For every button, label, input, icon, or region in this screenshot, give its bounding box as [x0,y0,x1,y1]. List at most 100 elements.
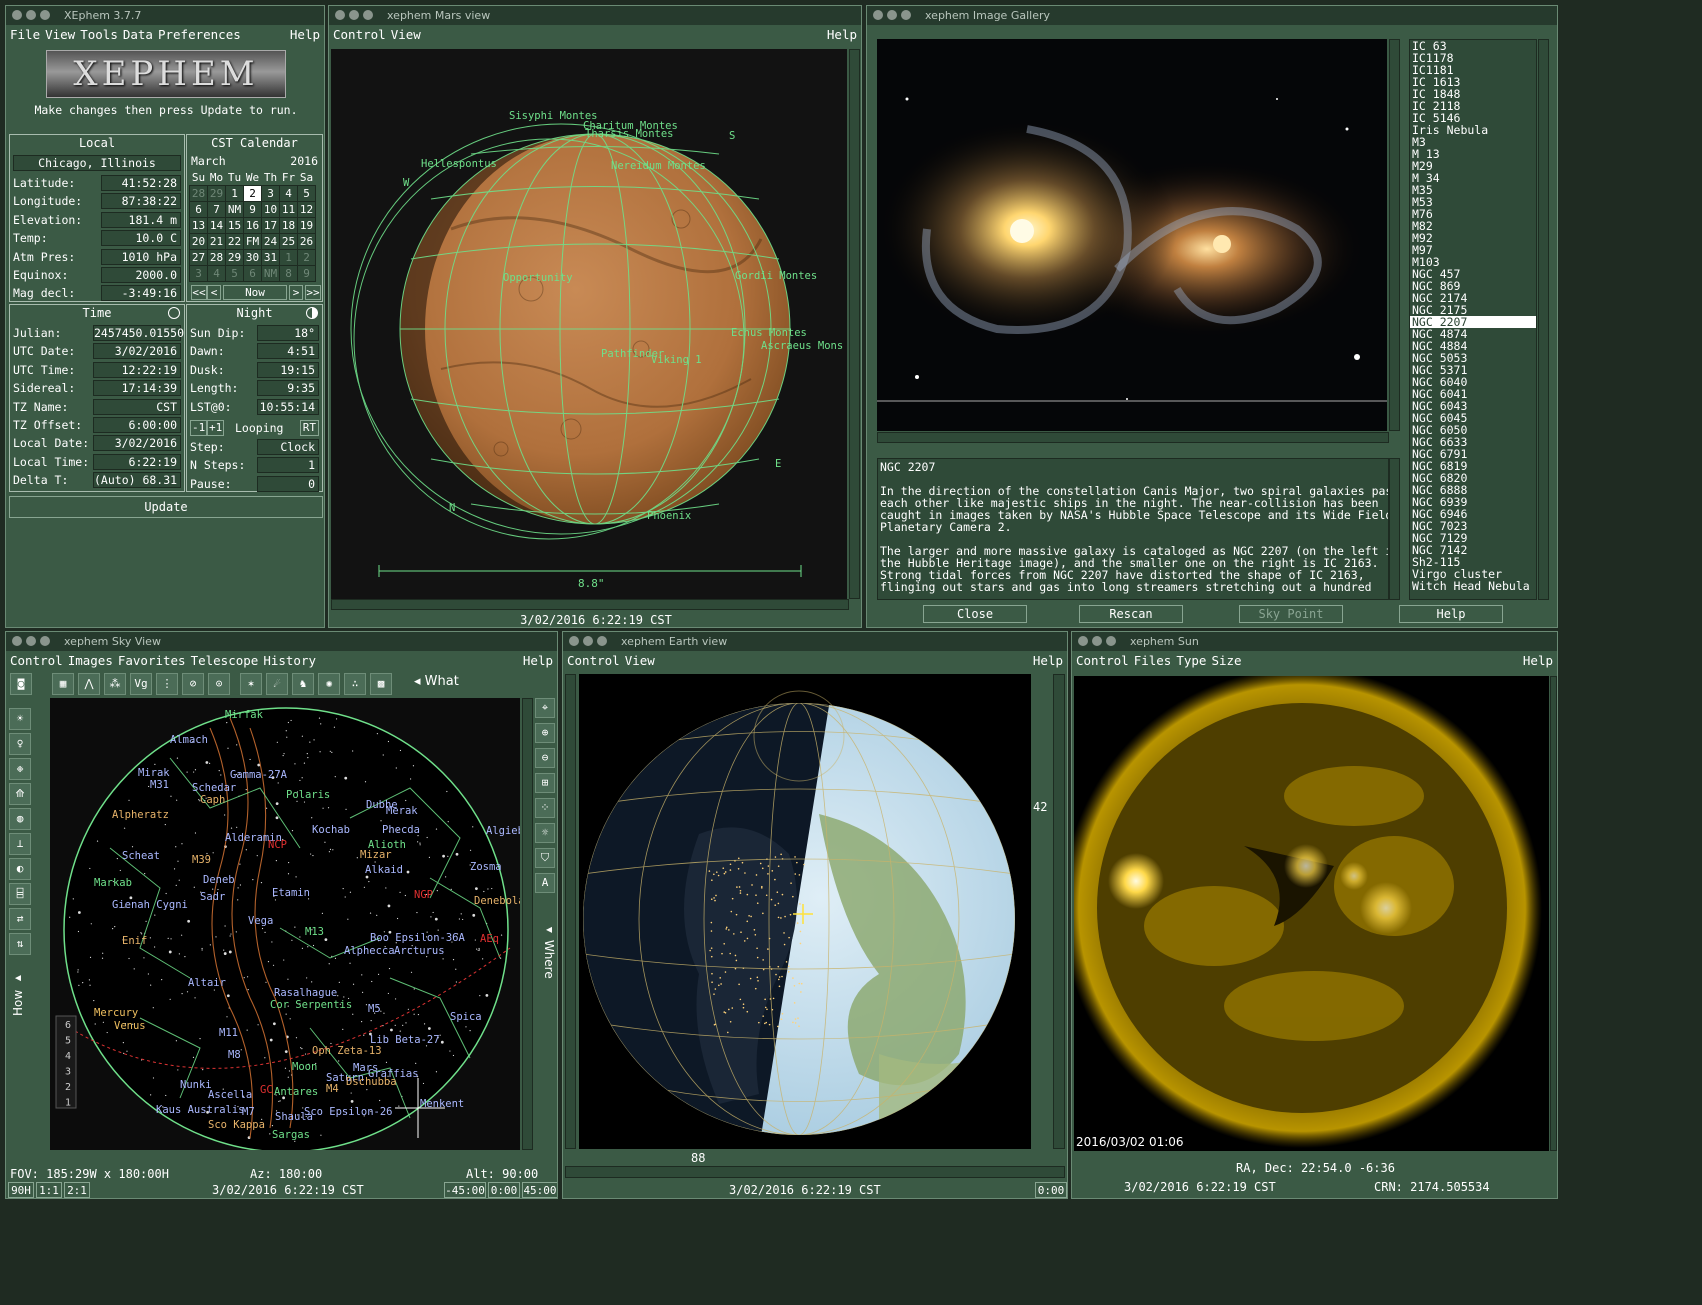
sky-object-label[interactable]: Sadr [200,891,225,903]
sky-object-label[interactable]: Zosma [470,861,502,873]
cylinder-icon[interactable]: ⌸ [9,883,31,905]
calendar-day[interactable]: 17 [261,216,280,234]
galaxy-image[interactable] [877,39,1387,431]
sky-object-label[interactable]: Spica [450,1011,482,1023]
title-bar[interactable]: xephem Sky View [6,632,557,651]
time-value[interactable]: 6:22:19 [93,453,181,470]
title-bar[interactable]: xephem Mars view [329,6,861,25]
calendar-day[interactable]: 1 [225,184,244,202]
calendar-day[interactable]: 22 [225,232,244,250]
calendar-day[interactable]: 14 [207,216,226,234]
sky-object-label[interactable]: Scheat [122,850,160,862]
calendar-day[interactable]: 28 [189,184,208,202]
calendar-next-year-button[interactable]: >> [305,285,321,300]
how-toggle[interactable]: How ▸ [11,972,29,1016]
calendar-day[interactable]: 8 [279,264,298,282]
bright-icon[interactable]: ❉ [9,758,31,780]
calendar-day[interactable]: 5 [225,264,244,282]
menu-favorites[interactable]: Favorites [118,653,186,668]
time-value[interactable]: 3/02/2016 [93,343,181,360]
sky-object-label[interactable]: M5 [368,1003,381,1015]
sky-object-label[interactable]: Alpheratz [112,809,169,821]
night-value[interactable]: 18° [257,325,319,341]
range-plus-45-button[interactable]: 45:00 [522,1182,557,1198]
sky-object-label[interactable]: Nunki [180,1079,212,1091]
rescan-button[interactable]: Rescan [1079,605,1183,623]
sky-object-label[interactable]: Sco Kappa [208,1119,265,1131]
loop-minus-button[interactable]: -1 [190,420,208,436]
sky-object-label[interactable]: M4 [326,1083,339,1095]
horizon-icon[interactable]: ⋀ [78,673,100,695]
menu-control[interactable]: Control [333,27,386,42]
zoom-90h-button[interactable]: 90H [8,1182,34,1198]
sky-object-label[interactable]: Kaus Australis [156,1104,245,1116]
menu-preferences[interactable]: Preferences [158,27,241,42]
sky-object-label[interactable]: Deneb [203,874,235,886]
sky-object-label[interactable]: Altair [188,977,226,989]
rt-toggle[interactable]: RT [299,420,319,436]
target-icon[interactable]: ⊙ [208,673,230,695]
calendar-day[interactable]: NM [225,200,244,218]
sky-object-label[interactable]: Moon [292,1061,317,1073]
time-value[interactable]: 6:00:00 [93,417,181,433]
calendar-day[interactable]: 9 [297,264,316,282]
calendar-day[interactable]: 21 [207,232,226,250]
sky-object-label[interactable]: Rasalhague [274,987,337,999]
sky-object-label[interactable]: Algieb [486,825,520,837]
zoom-1-1-button[interactable]: 1:1 [36,1182,62,1198]
sun-image[interactable]: 2016/03/02 01:06 [1074,676,1549,1151]
menu-help[interactable]: Help [827,25,857,45]
sun-icon[interactable]: ☼ [535,823,555,843]
calendar-day[interactable]: FM [243,232,262,250]
calendar-next-month-button[interactable]: > [289,285,303,300]
sky-object-label[interactable]: Etamin [272,887,310,899]
mars-vertical-scrollbar[interactable] [849,49,860,599]
trees-icon[interactable]: ⟰ [9,783,31,805]
sky-object-label[interactable]: Alphecca [344,945,395,957]
zoom-2-1-button[interactable]: 2:1 [64,1182,90,1198]
where-toggle[interactable]: ◂ Where [538,922,556,979]
sky-object-label[interactable]: Gamma-27A [230,769,288,781]
earth-longitude-slider[interactable] [565,1166,1065,1178]
sky-object-label[interactable]: M31 [150,779,169,791]
title-bar[interactable]: xephem Sun [1072,632,1557,651]
menu-size[interactable]: Size [1211,653,1241,668]
moon-icon[interactable]: ◐ [9,858,31,880]
calendar-day[interactable]: 4 [207,264,226,282]
sky-object-label[interactable]: Graffias [368,1068,419,1080]
night-value[interactable]: 10:55:14 [257,398,319,415]
step-value[interactable]: 0 [257,475,319,492]
grid-icon[interactable]: ▦ [52,673,74,695]
zoom-out-icon[interactable]: ⊖ [535,748,555,768]
menu-control[interactable]: Control [10,653,63,668]
update-button[interactable]: Update [9,496,323,518]
time-value[interactable]: (Auto) 68.31 [93,472,181,489]
calendar-day[interactable]: 24 [261,232,280,250]
sky-object-label[interactable]: Boo Epsilon-36A [370,932,466,944]
what-toggle[interactable]: ◂ What [414,674,459,689]
night-value[interactable]: 9:35 [257,380,319,397]
loop-plus-button[interactable]: +1 [207,420,225,436]
calendar-day[interactable]: 12 [297,200,316,218]
calendar-day[interactable]: 6 [243,264,262,282]
telescope-icon[interactable]: ♞ [292,673,314,695]
orbit-icon[interactable]: ⊘ [182,673,204,695]
calendar-now-button[interactable]: Now [223,285,287,300]
sky-object-label[interactable]: Gienah Cygni [112,899,188,911]
sky-object-label[interactable]: Ascella [208,1089,252,1101]
mars-horizontal-scrollbar[interactable] [331,599,849,610]
sky-object-label[interactable]: Sargas [272,1129,310,1141]
night-value[interactable]: 19:15 [257,361,319,378]
menu-view[interactable]: View [625,653,655,668]
calendar-day[interactable]: 31 [261,248,280,266]
sky-object-label[interactable]: Mizar [360,849,392,861]
gallery-list-item[interactable]: Witch Head Nebula [1410,580,1536,592]
menu-view[interactable]: View [45,27,75,42]
time-value[interactable]: 12:22:19 [93,361,181,378]
calendar-day[interactable]: NM [261,264,280,282]
menu-files[interactable]: Files [1134,653,1172,668]
planet-label[interactable]: Venus [114,1020,146,1032]
menu-view[interactable]: View [391,27,421,42]
calendar-day[interactable]: 26 [297,232,316,250]
sky-object-label[interactable]: M39 [192,854,211,866]
